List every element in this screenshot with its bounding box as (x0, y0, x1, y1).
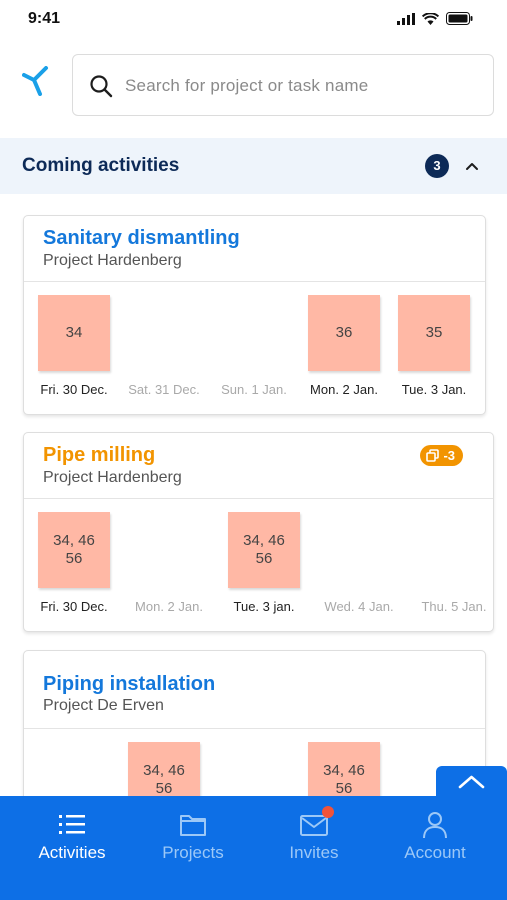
day-column: 34 Fri. 30 Dec. (24, 282, 114, 414)
tab-label: Account (404, 843, 466, 862)
copy-icon (426, 449, 440, 462)
day-column: Sun. 1 Jan. (204, 282, 294, 414)
task-note[interactable]: 36 (308, 295, 380, 371)
app-logo-icon (22, 66, 48, 96)
tab-label: Activities (38, 843, 106, 862)
tab-activities[interactable]: Activities (9, 796, 135, 900)
day-label: Wed. 4 Jan. (324, 599, 394, 614)
day-column: Thu. 5 Jan. (404, 499, 493, 631)
folder-icon (180, 815, 206, 836)
day-label: Fri. 30 Dec. (40, 599, 108, 614)
card-project: Project De Erven (43, 697, 164, 714)
status-bar: 9:41 (0, 0, 507, 40)
day-column: Mon. 2 Jan. (119, 499, 209, 631)
chevron-up-icon (458, 775, 485, 789)
search-row: Search for project or task name (0, 54, 507, 118)
day-column: 35 Tue. 3 Jan. (384, 282, 474, 414)
day-column: 34, 46 56 Tue. 3 jan. (214, 499, 304, 631)
day-column: Wed. 4 Jan. (309, 499, 399, 631)
task-note[interactable]: 34, 46 56 (38, 512, 110, 588)
card-header: Sanitary dismantling Project Hardenberg (24, 216, 485, 282)
notification-dot (322, 806, 334, 818)
delay-badge-value: -3 (443, 448, 455, 463)
day-label: Mon. 2 Jan. (310, 382, 378, 397)
signal-icon (397, 12, 415, 25)
bottom-tab-bar: Activities Projects Invites Account (0, 796, 507, 900)
delay-badge: -3 (420, 445, 463, 466)
day-label: Sun. 1 Jan. (221, 382, 287, 397)
task-note[interactable]: 34, 46 56 (228, 512, 300, 588)
search-placeholder: Search for project or task name (125, 76, 369, 95)
day-label: Fri. 30 Dec. (40, 382, 108, 397)
tab-invites[interactable]: Invites (251, 796, 377, 900)
scroll-to-top-button[interactable] (436, 766, 507, 798)
activity-card-pipe-milling[interactable]: Pipe milling Project Hardenberg -3 34, 4… (23, 432, 494, 632)
day-column: 34, 46 56 Fri. 30 Dec. (24, 499, 114, 631)
card-title: Piping installation (43, 673, 216, 695)
day-label: Thu. 5 Jan. (421, 599, 487, 614)
wifi-icon (422, 12, 439, 25)
chevron-up-icon[interactable] (463, 158, 481, 174)
task-note[interactable]: 34 (38, 295, 110, 371)
section-title: Coming activities (22, 155, 180, 176)
card-title: Pipe milling (43, 444, 156, 466)
day-column: Sat. 31 Dec. (114, 282, 204, 414)
tab-label: Projects (162, 843, 224, 862)
day-label: Tue. 3 jan. (233, 599, 295, 614)
search-input[interactable]: Search for project or task name (72, 54, 494, 116)
card-title: Sanitary dismantling (43, 227, 240, 249)
status-icons (397, 12, 473, 25)
tab-projects[interactable]: Projects (130, 796, 256, 900)
day-label: Sat. 31 Dec. (128, 382, 200, 397)
day-label: Mon. 2 Jan. (135, 599, 203, 614)
card-project: Project Hardenberg (43, 469, 182, 486)
status-time: 9:41 (28, 10, 61, 27)
day-strip: 34, 46 56 Fri. 30 Dec. Mon. 2 Jan. 34, 4… (24, 499, 493, 631)
user-icon (423, 812, 447, 839)
list-icon (59, 815, 85, 834)
day-strip: 34 Fri. 30 Dec. Sat. 31 Dec. Sun. 1 Jan.… (24, 282, 485, 414)
card-header: Pipe milling Project Hardenberg -3 (24, 433, 493, 499)
tab-label: Invites (289, 843, 339, 862)
day-column: 36 Mon. 2 Jan. (294, 282, 384, 414)
battery-icon (446, 12, 473, 25)
day-label: Tue. 3 Jan. (401, 382, 467, 397)
tab-account[interactable]: Account (372, 796, 498, 900)
card-header: Piping installation Project De Erven (24, 651, 485, 729)
activity-card-sanitary-dismantling[interactable]: Sanitary dismantling Project Hardenberg … (23, 215, 486, 415)
activity-count-badge: 3 (425, 154, 449, 178)
task-note[interactable]: 35 (398, 295, 470, 371)
card-project: Project Hardenberg (43, 252, 182, 269)
search-icon (90, 75, 113, 98)
